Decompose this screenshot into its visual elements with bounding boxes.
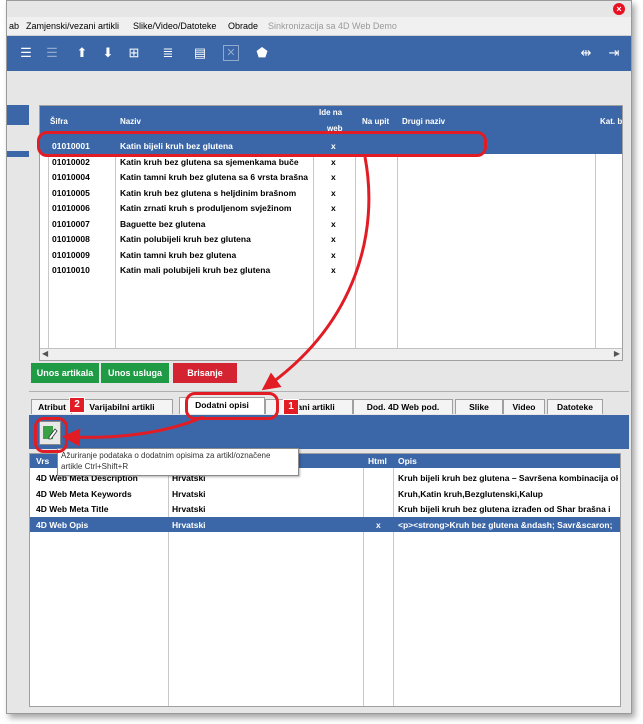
- arrow-row-to-tab: [261, 156, 371, 391]
- step-badge-2: 2: [69, 397, 85, 413]
- annotation-arrows: [62, 156, 371, 447]
- app-window: ab Zamjenski/vezani artikli Slike/Video/…: [6, 0, 632, 714]
- step-badge-1: 1: [283, 399, 299, 415]
- arrow-tab-to-button: [62, 415, 204, 447]
